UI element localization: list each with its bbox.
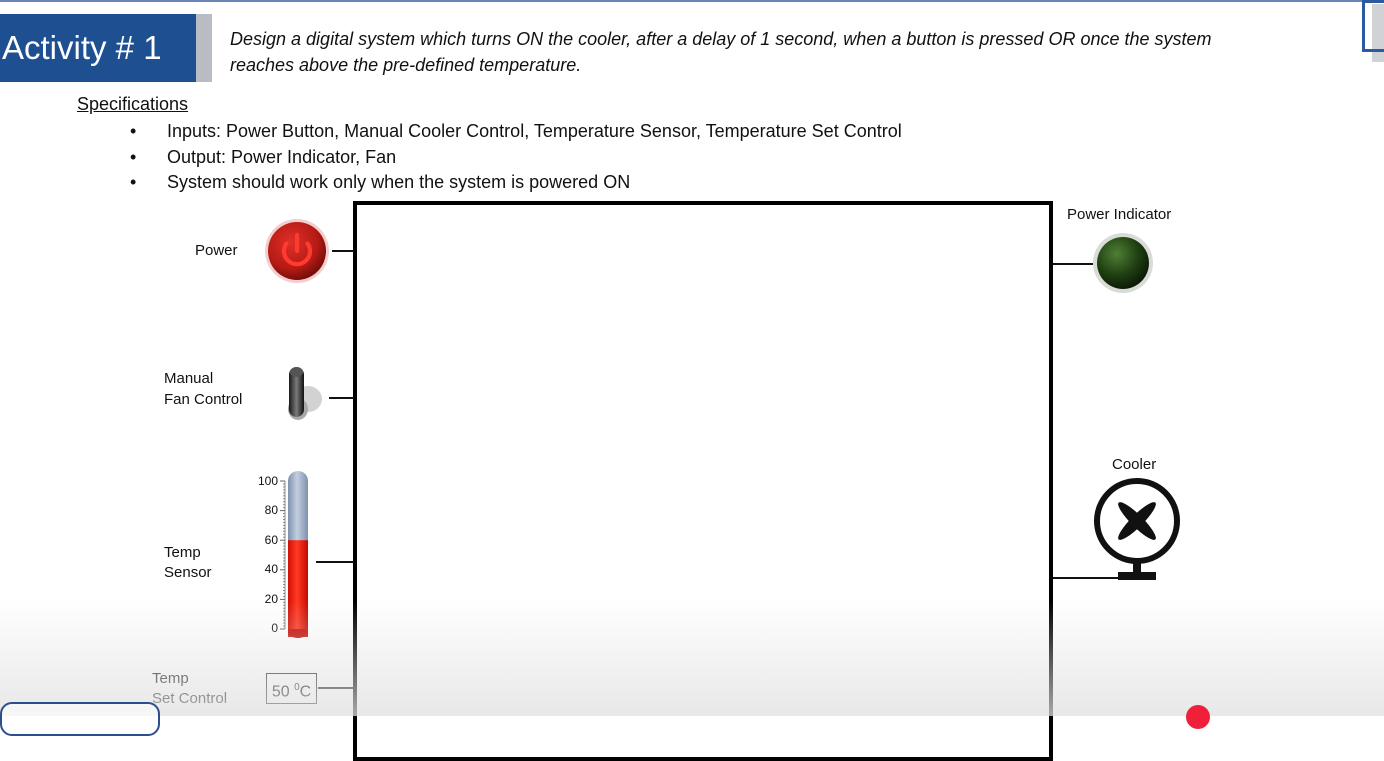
power-label: Power <box>195 242 238 259</box>
bottom-left-control[interactable] <box>0 702 160 736</box>
temp-set-value: 50 <box>271 683 290 701</box>
indicator-wire <box>1053 263 1093 265</box>
fan-icon <box>1094 478 1180 580</box>
task-description: Design a digital system which turns ON t… <box>230 27 1330 78</box>
temp-wire <box>316 561 354 563</box>
spec-item: • Inputs: Power Button, Manual Cooler Con… <box>130 121 902 141</box>
power-button[interactable] <box>264 218 330 284</box>
task-line-1: Design a digital system which turns ON t… <box>230 29 1212 49</box>
spec-item: • System should work only when the system… <box>130 172 631 192</box>
activity-banner-shadow <box>196 14 212 82</box>
corner-frame <box>1362 0 1384 52</box>
temp-set-unit: C <box>299 683 312 701</box>
power-indicator <box>1092 232 1154 294</box>
specifications-list: • Inputs: Power Button, Manual Cooler Con… <box>130 119 902 196</box>
specifications-title: Specifications <box>77 94 189 114</box>
thermometer-icon <box>280 471 308 638</box>
thermo-tick-label: 60 <box>264 533 278 547</box>
manual-label-line2: Fan Control <box>164 391 243 408</box>
set-label-line1: Temp <box>152 670 189 687</box>
temp-set-field[interactable]: 50 0C <box>266 673 317 704</box>
thermo-tick-label: 0 <box>271 621 278 635</box>
spec-item: • Output: Power Indicator, Fan <box>130 146 397 167</box>
cooler-fan <box>1090 476 1184 586</box>
set-label-line2: Set Control <box>152 690 228 707</box>
set-wire <box>318 687 354 689</box>
temp-label-line2: Sensor <box>164 564 212 581</box>
manual-label-line1: Manual <box>164 370 214 387</box>
system-box <box>353 201 1053 761</box>
power-icon <box>265 219 329 283</box>
temp-label-line1: Temp <box>164 544 201 561</box>
temperature-sensor: 100 80 60 40 20 0 <box>250 466 320 644</box>
thermo-tick-label: 100 <box>257 474 278 488</box>
manual-fan-toggle[interactable] <box>282 364 324 422</box>
progress-scrubber-dot[interactable] <box>1186 705 1210 729</box>
activity-title: Activity # 1 <box>2 29 162 66</box>
power-wire <box>332 250 354 252</box>
thermo-tick-label: 80 <box>264 503 278 517</box>
top-border <box>0 0 1384 2</box>
manual-wire <box>329 397 354 399</box>
led-indicator-icon <box>1093 233 1153 293</box>
toggle-switch-icon <box>288 367 322 420</box>
cooler-label: Cooler <box>1112 456 1157 473</box>
task-line-2: reaches above the pre-defined temperatur… <box>230 54 582 75</box>
thermo-tick-label: 20 <box>264 592 278 606</box>
thermo-tick-label: 40 <box>264 562 278 576</box>
power-indicator-label: Power Indicator <box>1067 206 1172 223</box>
